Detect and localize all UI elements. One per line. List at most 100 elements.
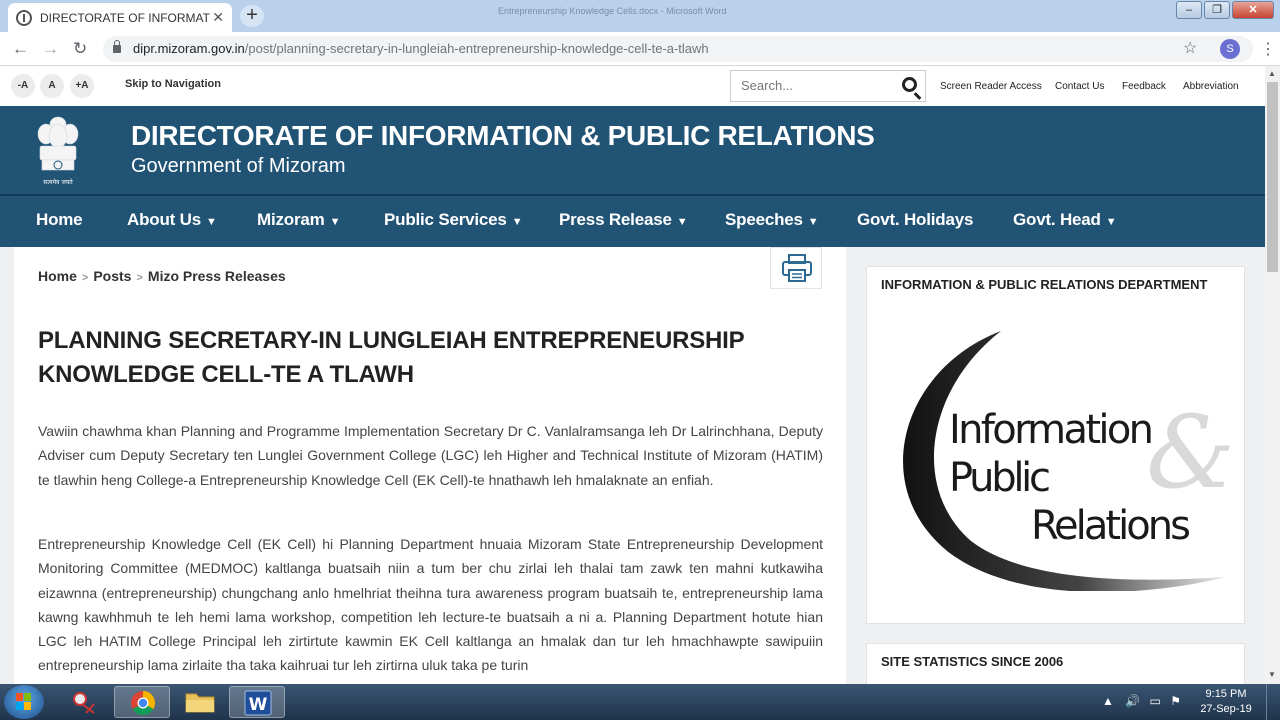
profile-avatar[interactable]: S <box>1220 39 1240 59</box>
contact-us-link[interactable]: Contact Us <box>1055 81 1104 92</box>
maximize-button[interactable]: ❐ <box>1204 1 1230 19</box>
logo-word-public: Public <box>949 455 1051 501</box>
main-navigation: Home About Us ▼ Mizoram ▼ Public Services ▼… <box>0 196 1265 247</box>
windows-taskbar: W ▲ 🔊 ▭ ⚑ 9:15 PM 27-Sep-19 <box>0 684 1280 720</box>
lock-icon <box>113 40 121 53</box>
nav-mizoram[interactable]: Mizoram ▼ <box>257 210 340 230</box>
scroll-down-icon[interactable]: ▼ <box>1268 670 1276 679</box>
tab-title: DIRECTORATE OF INFORMATION <box>40 10 210 25</box>
screen-reader-link[interactable]: Screen Reader Access <box>940 81 1042 92</box>
browser-tab-strip: DIRECTORATE OF INFORMATION ✕ + Entrepren… <box>0 0 1280 32</box>
chevron-right-icon: > <box>81 272 89 284</box>
caret-down-icon: ▼ <box>205 216 217 228</box>
article-paragraph: Vawiin chawhma khan Planning and Program… <box>38 423 823 488</box>
font-increase-button[interactable]: +A <box>70 74 94 98</box>
bookmark-star-icon[interactable]: ☆ <box>1183 38 1197 58</box>
font-normal-button[interactable]: A <box>40 74 64 98</box>
browser-tab[interactable]: DIRECTORATE OF INFORMATION ✕ <box>8 3 232 32</box>
new-tab-button[interactable]: + <box>240 5 264 27</box>
url-path: /post/planning-secretary-in-lungleiah-en… <box>244 41 709 56</box>
nav-public-services[interactable]: Public Services ▼ <box>384 210 523 230</box>
department-panel: INFORMATION & PUBLIC RELATIONS DEPARTMEN… <box>866 266 1245 624</box>
page-scrollbar[interactable]: ▲ ▼ <box>1265 66 1280 684</box>
nav-govt-holidays[interactable]: Govt. Holidays <box>857 210 973 230</box>
ipr-logo-image[interactable]: & Information Public Relations <box>881 319 1231 591</box>
logo-word-information: Information <box>949 407 1154 453</box>
url-field[interactable]: dipr.mizoram.gov.in/post/planning-secret… <box>103 36 1253 62</box>
article-title: PLANNING SECRETARY-IN LUNGLEIAH ENTREPRE… <box>38 327 745 388</box>
scroll-up-icon[interactable]: ▲ <box>1268 69 1276 78</box>
system-tray: ▲ 🔊 ▭ ⚑ <box>1102 694 1181 708</box>
network-icon[interactable]: ▭ <box>1150 694 1161 708</box>
minimize-button[interactable]: – <box>1176 1 1202 19</box>
search-input[interactable] <box>741 78 891 93</box>
url-text: dipr.mizoram.gov.in/post/planning-secret… <box>133 41 709 56</box>
skip-to-navigation-link[interactable]: Skip to Navigation <box>125 78 221 90</box>
site-header: सत्यमेव जयते DIRECTORATE OF INFORMATION … <box>0 106 1265 196</box>
feedback-link[interactable]: Feedback <box>1122 81 1166 92</box>
action-center-flag-icon[interactable]: ⚑ <box>1170 694 1181 708</box>
site-title[interactable]: DIRECTORATE OF INFORMATION & PUBLIC RELA… <box>131 120 875 152</box>
scrollbar-thumb[interactable] <box>1267 82 1278 272</box>
caret-down-icon: ▼ <box>676 216 688 228</box>
show-desktop-button[interactable] <box>1266 684 1280 720</box>
nav-label: Press Release <box>559 210 672 229</box>
close-window-button[interactable]: ✕ <box>1232 1 1274 19</box>
nav-press-release[interactable]: Press Release ▼ <box>559 210 688 230</box>
close-tab-icon[interactable]: ✕ <box>212 9 224 26</box>
site-subtitle: Government of Mizoram <box>131 155 346 177</box>
clock-date: 27-Sep-19 <box>1200 703 1252 715</box>
logo-word-relations: Relations <box>1031 503 1191 549</box>
nav-about-us[interactable]: About Us ▼ <box>127 210 217 230</box>
back-arrow-icon[interactable]: ← <box>12 39 29 59</box>
folder-icon <box>185 693 215 713</box>
taskbar-app-explorer[interactable] <box>172 686 228 718</box>
forward-arrow-icon[interactable]: → <box>42 39 59 59</box>
caret-down-icon: ▼ <box>329 216 341 228</box>
nav-label: Govt. Head <box>1013 210 1101 229</box>
address-bar: ← → ↻ dipr.mizoram.gov.in/post/planning-… <box>0 32 1280 66</box>
word-icon: W <box>244 690 272 716</box>
window-controls: – ❐ ✕ <box>1176 1 1274 19</box>
nav-label: About Us <box>127 210 201 229</box>
reload-icon[interactable]: ↻ <box>73 39 87 59</box>
article-card: Home > Posts > Mizo Press Releases PLANNING … <box>14 247 846 687</box>
search-icon[interactable] <box>902 77 917 92</box>
show-hidden-icons-icon[interactable]: ▲ <box>1102 694 1114 708</box>
nav-speeches[interactable]: Speeches ▼ <box>725 210 819 230</box>
globe-icon <box>16 9 32 26</box>
taskbar-app-chrome[interactable] <box>114 686 170 718</box>
breadcrumb-posts[interactable]: Posts <box>93 268 131 284</box>
nav-govt-head[interactable]: Govt. Head ▼ <box>1013 210 1117 230</box>
nav-label: Mizoram <box>257 210 325 229</box>
kebab-menu-icon[interactable]: ⋮ <box>1260 39 1276 59</box>
caret-down-icon: ▼ <box>511 216 523 228</box>
national-emblem-icon[interactable]: सत्यमेव जयते <box>34 114 82 188</box>
taskbar-app-word[interactable]: W <box>229 686 285 718</box>
scissors-icon <box>73 692 95 714</box>
window-title: Entrepreneurship Knowledge Cells.docx - … <box>498 6 727 16</box>
svg-text:W: W <box>249 695 268 715</box>
print-button[interactable] <box>770 247 822 289</box>
chrome-icon <box>131 691 156 716</box>
breadcrumb-home[interactable]: Home <box>38 268 77 284</box>
caret-down-icon: ▼ <box>1105 216 1117 228</box>
site-statistics-heading: SITE STATISTICS SINCE 2006 <box>881 654 1064 669</box>
chevron-right-icon: > <box>136 272 143 284</box>
volume-icon[interactable]: 🔊 <box>1125 694 1140 708</box>
printer-icon <box>782 254 812 282</box>
nav-label: Public Services <box>384 210 507 229</box>
ampersand-text: & <box>1146 394 1231 511</box>
nav-home[interactable]: Home <box>36 210 83 230</box>
breadcrumb-mizo-press-releases[interactable]: Mizo Press Releases <box>148 268 286 284</box>
windows-logo-icon <box>16 693 31 710</box>
taskbar-app-snipping[interactable] <box>58 686 114 718</box>
font-decrease-button[interactable]: -A <box>11 74 35 98</box>
nav-label: Home <box>36 210 83 229</box>
start-button[interactable] <box>4 685 44 719</box>
emblem-caption: सत्यमेव जयते <box>43 178 73 186</box>
abbreviation-link[interactable]: Abbreviation <box>1183 81 1239 92</box>
nav-label: Govt. Holidays <box>857 210 974 229</box>
article-paragraph: Entrepreneurship Knowledge Cell (EK Cell… <box>38 536 823 674</box>
taskbar-clock[interactable]: 9:15 PM 27-Sep-19 <box>1196 687 1256 717</box>
